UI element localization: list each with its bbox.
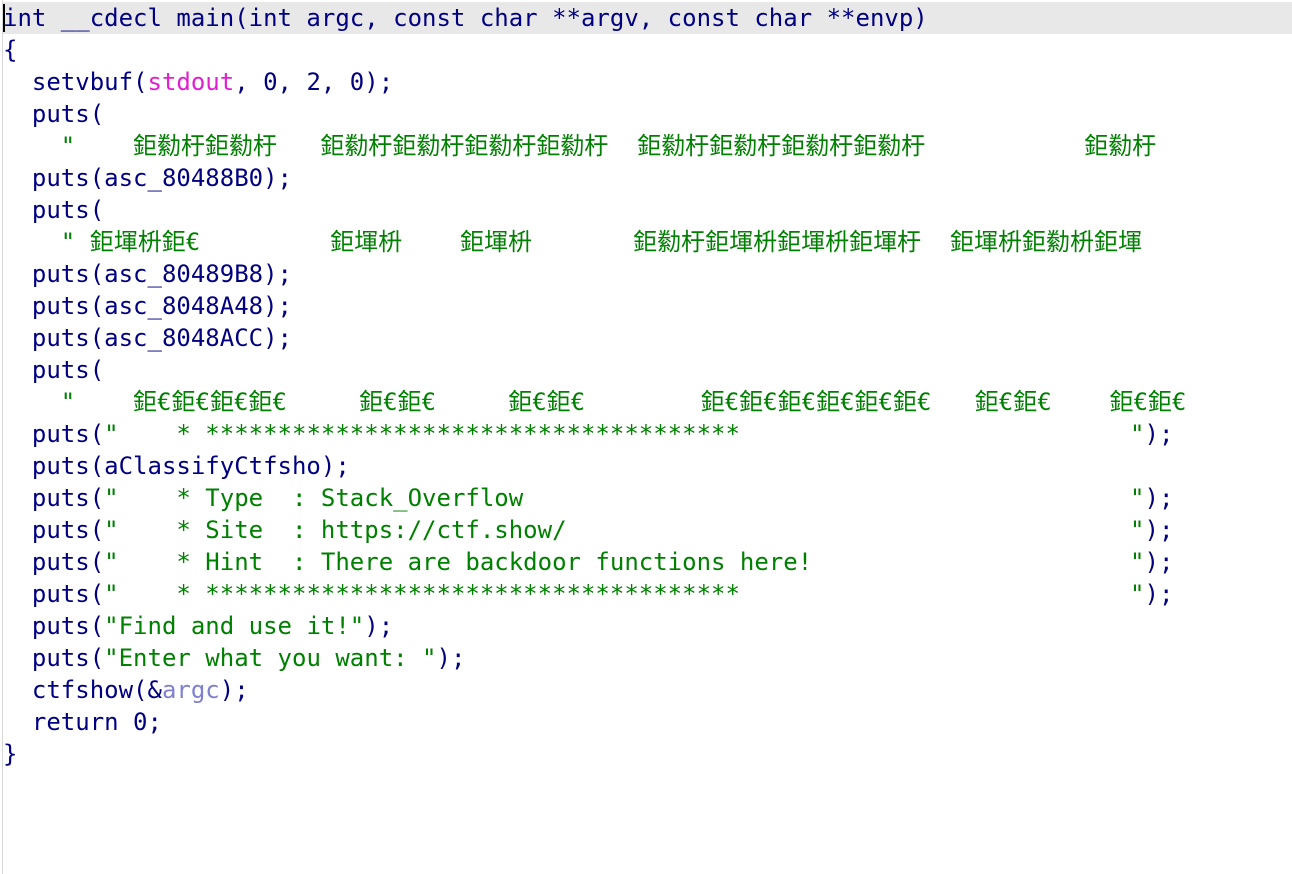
code-line[interactable]: puts(" * Site : https://ctf.show/ "); — [3, 514, 1292, 546]
code-token[interactable]: "Find and use it!" — [104, 612, 364, 640]
code-token[interactable]: return 0; — [3, 708, 162, 736]
text-caret — [3, 4, 5, 32]
code-token[interactable]: "Enter what you want: " — [104, 644, 436, 672]
code-listing[interactable]: int __cdecl main(int argc, const char **… — [3, 2, 1292, 770]
code-token[interactable]: " 鉅€鉅€鉅€鉅€ 鉅€鉅€ 鉅€鉅€ 鉅€鉅€鉅€鉅€鉅€鉅€ 鉅€鉅€ 鉅… — [3, 388, 1187, 416]
code-line[interactable]: } — [3, 738, 1292, 770]
code-token[interactable]: argc — [162, 676, 220, 704]
code-token[interactable]: ); — [220, 676, 249, 704]
code-token[interactable]: " 鉅勬杅鉅勬杅 鉅勬杅鉅勬杅鉅勬杅鉅勬杅 鉅勬杅鉅勬杅鉅勬杅鉅勬杅 鉅勬杅 — [3, 132, 1156, 160]
code-line[interactable]: int __cdecl main(int argc, const char **… — [3, 2, 1292, 34]
code-token[interactable]: " * Hint : There are backdoor functions … — [104, 548, 1144, 576]
code-token[interactable]: puts( — [3, 420, 104, 448]
code-token[interactable]: " * ************************************… — [104, 420, 1144, 448]
code-line[interactable]: puts("Find and use it!"); — [3, 610, 1292, 642]
code-token[interactable]: puts( — [3, 516, 104, 544]
code-line[interactable]: puts( — [3, 194, 1292, 226]
code-token[interactable]: puts( — [3, 580, 104, 608]
code-line[interactable]: " 鉅€鉅€鉅€鉅€ 鉅€鉅€ 鉅€鉅€ 鉅€鉅€鉅€鉅€鉅€鉅€ 鉅€鉅€ 鉅… — [3, 386, 1292, 418]
code-token[interactable]: puts( — [3, 612, 104, 640]
code-token[interactable]: " 鉅堚枡鉅€ 鉅堚枡 鉅堚枡 鉅勬杅鉅堚枡鉅堚枡鉅堚杅 鉅堚枡鉅勬枡鉅堚 — [3, 228, 1142, 256]
code-token[interactable]: ctfshow(& — [3, 676, 162, 704]
code-token[interactable]: stdout — [148, 68, 235, 96]
code-token[interactable]: puts( — [3, 484, 104, 512]
code-token[interactable]: puts(aClassifyCtfsho); — [3, 452, 350, 480]
code-token[interactable]: puts( — [3, 100, 104, 128]
code-token[interactable]: ); — [1145, 484, 1174, 512]
code-token[interactable]: puts(asc_80489B8); — [3, 260, 292, 288]
code-token[interactable]: puts(asc_8048A48); — [3, 292, 292, 320]
code-token[interactable]: puts( — [3, 644, 104, 672]
code-token[interactable]: , 0, 2, 0); — [234, 68, 393, 96]
code-token[interactable]: puts( — [3, 196, 104, 224]
code-line[interactable]: { — [3, 34, 1292, 66]
code-token[interactable]: " * ************************************… — [104, 580, 1144, 608]
code-line[interactable]: ctfshow(&argc); — [3, 674, 1292, 706]
code-line[interactable]: puts("Enter what you want: "); — [3, 642, 1292, 674]
code-line[interactable]: puts(asc_80489B8); — [3, 258, 1292, 290]
code-token[interactable]: " * Type : Stack_Overflow " — [104, 484, 1144, 512]
code-token[interactable]: } — [3, 740, 17, 768]
code-token[interactable]: ); — [437, 644, 466, 672]
code-token[interactable]: { — [3, 36, 17, 64]
code-token[interactable]: " * Site : https://ctf.show/ " — [104, 516, 1144, 544]
code-line[interactable]: " 鉅堚枡鉅€ 鉅堚枡 鉅堚枡 鉅勬杅鉅堚枡鉅堚枡鉅堚杅 鉅堚枡鉅勬枡鉅堚 — [3, 226, 1292, 258]
code-line[interactable]: " 鉅勬杅鉅勬杅 鉅勬杅鉅勬杅鉅勬杅鉅勬杅 鉅勬杅鉅勬杅鉅勬杅鉅勬杅 鉅勬杅 — [3, 130, 1292, 162]
code-line[interactable]: puts(aClassifyCtfsho); — [3, 450, 1292, 482]
code-line[interactable]: setvbuf(stdout, 0, 2, 0); — [3, 66, 1292, 98]
code-token[interactable]: puts(asc_8048ACC); — [3, 324, 292, 352]
code-token[interactable]: int __cdecl main(int argc, const char **… — [3, 4, 928, 32]
code-line[interactable]: return 0; — [3, 706, 1292, 738]
code-token[interactable]: ); — [364, 612, 393, 640]
code-token[interactable]: puts( — [3, 548, 104, 576]
code-line[interactable]: puts(" * *******************************… — [3, 418, 1292, 450]
code-line[interactable]: puts(asc_80488B0); — [3, 162, 1292, 194]
code-line[interactable]: puts(asc_8048ACC); — [3, 322, 1292, 354]
code-line[interactable]: puts(" * *******************************… — [3, 578, 1292, 610]
code-token[interactable]: setvbuf( — [3, 68, 148, 96]
code-token[interactable]: ); — [1145, 580, 1174, 608]
code-line[interactable]: puts( — [3, 354, 1292, 386]
code-line[interactable]: puts(asc_8048A48); — [3, 290, 1292, 322]
code-token[interactable]: ); — [1145, 516, 1174, 544]
code-token[interactable]: ); — [1145, 548, 1174, 576]
code-token[interactable]: puts(asc_80488B0); — [3, 164, 292, 192]
code-line[interactable]: puts(" * Hint : There are backdoor funct… — [3, 546, 1292, 578]
code-line[interactable]: puts( — [3, 98, 1292, 130]
code-line[interactable]: puts(" * Type : Stack_Overflow "); — [3, 482, 1292, 514]
code-token[interactable]: puts( — [3, 356, 104, 384]
pseudocode-view[interactable]: int __cdecl main(int argc, const char **… — [0, 0, 1292, 874]
code-token[interactable]: ); — [1145, 420, 1174, 448]
